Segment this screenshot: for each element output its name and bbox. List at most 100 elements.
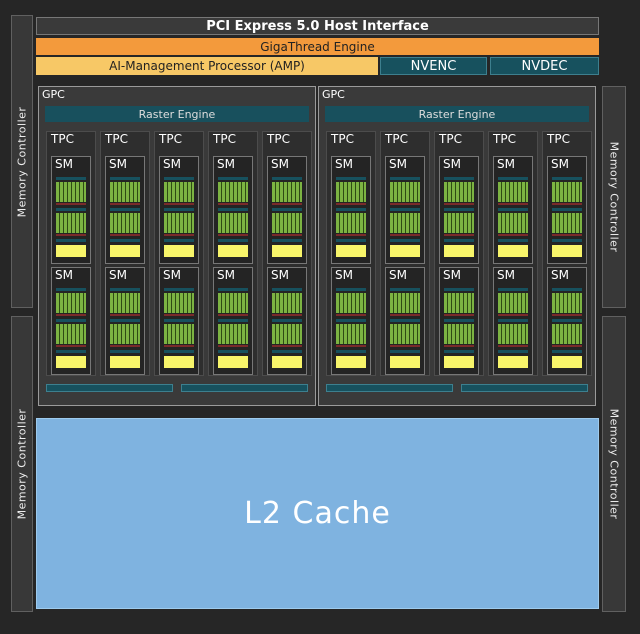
scheduler-strip bbox=[336, 208, 366, 211]
scheduler-strip bbox=[56, 288, 86, 291]
shared-memory-block bbox=[56, 356, 86, 368]
scheduler-strip bbox=[110, 288, 140, 291]
cuda-core-array bbox=[164, 293, 194, 313]
tpc-label: TPC bbox=[267, 132, 290, 146]
shared-memory-block bbox=[390, 356, 420, 368]
sm-1: SM bbox=[439, 156, 479, 264]
sm-label: SM bbox=[497, 268, 515, 282]
scheduler-strip bbox=[164, 319, 194, 322]
scheduler-strip bbox=[390, 208, 420, 211]
gpc-2: GPC Raster Engine TPC SM SM TPC SM SM TPC SM SM TPC… bbox=[318, 86, 596, 406]
scheduler-strip bbox=[164, 208, 194, 211]
scheduler-strip bbox=[336, 288, 366, 291]
gigathread-engine: GigaThread Engine bbox=[36, 38, 599, 55]
sm-1: SM bbox=[493, 156, 533, 264]
tpc-label: TPC bbox=[439, 132, 462, 146]
register-strip bbox=[164, 314, 194, 316]
tpc-label: TPC bbox=[213, 132, 236, 146]
cuda-core-array bbox=[498, 324, 528, 344]
scheduler-strip bbox=[110, 208, 140, 211]
sm-label: SM bbox=[217, 157, 235, 171]
shared-memory-block bbox=[498, 245, 528, 257]
register-strip bbox=[336, 345, 366, 347]
scheduler-strip bbox=[390, 288, 420, 291]
scheduler-strip bbox=[336, 319, 366, 322]
gpc-bus-bar bbox=[461, 384, 588, 392]
register-strip bbox=[164, 203, 194, 205]
shared-memory-block bbox=[390, 245, 420, 257]
cache-strip bbox=[444, 239, 474, 242]
sm-1: SM bbox=[331, 156, 371, 264]
scheduler-strip bbox=[218, 319, 248, 322]
tpc-2: TPC SM SM bbox=[100, 131, 150, 376]
register-strip bbox=[498, 234, 528, 236]
scheduler-strip bbox=[498, 288, 528, 291]
sm-label: SM bbox=[389, 268, 407, 282]
register-strip bbox=[218, 314, 248, 316]
scheduler-strip bbox=[498, 319, 528, 322]
memory-controller-label: Memory Controller bbox=[15, 106, 29, 217]
shared-memory-block bbox=[552, 356, 582, 368]
sm-label: SM bbox=[271, 268, 289, 282]
tpc-label: TPC bbox=[105, 132, 128, 146]
cuda-core-array bbox=[390, 213, 420, 233]
cache-strip bbox=[218, 239, 248, 242]
tpc-4: TPC SM SM bbox=[488, 131, 538, 376]
cache-strip bbox=[218, 350, 248, 353]
register-strip bbox=[272, 203, 302, 205]
register-strip bbox=[444, 314, 474, 316]
scheduler-strip bbox=[390, 177, 420, 180]
register-strip bbox=[110, 314, 140, 316]
raster-engine: Raster Engine bbox=[325, 106, 589, 122]
register-strip bbox=[56, 345, 86, 347]
memory-controller-top-left: Memory Controller bbox=[11, 15, 33, 308]
sm-label: SM bbox=[55, 157, 73, 171]
scheduler-strip bbox=[390, 319, 420, 322]
scheduler-strip bbox=[552, 208, 582, 211]
register-strip bbox=[390, 234, 420, 236]
cuda-core-array bbox=[444, 213, 474, 233]
sm-2: SM bbox=[385, 267, 425, 375]
cache-strip bbox=[272, 239, 302, 242]
sm-label: SM bbox=[551, 268, 569, 282]
cache-strip bbox=[56, 350, 86, 353]
sm-label: SM bbox=[443, 157, 461, 171]
cuda-core-array bbox=[272, 213, 302, 233]
cuda-core-array bbox=[390, 182, 420, 202]
register-strip bbox=[272, 345, 302, 347]
scheduler-strip bbox=[56, 208, 86, 211]
sm-1: SM bbox=[547, 156, 587, 264]
gpc-bus-bar bbox=[326, 384, 453, 392]
gpu-block-diagram: PCI Express 5.0 Host Interface GigaThrea… bbox=[0, 0, 640, 634]
cuda-core-array bbox=[336, 324, 366, 344]
cuda-core-array bbox=[110, 182, 140, 202]
memory-controller-bottom-right: Memory Controller bbox=[602, 316, 626, 612]
sm-2: SM bbox=[159, 267, 199, 375]
shared-memory-block bbox=[552, 245, 582, 257]
cuda-core-array bbox=[390, 293, 420, 313]
shared-memory-block bbox=[272, 245, 302, 257]
cuda-core-array bbox=[218, 293, 248, 313]
tpc-1: TPC SM SM bbox=[46, 131, 96, 376]
cuda-core-array bbox=[56, 182, 86, 202]
tpc-3: TPC SM SM bbox=[434, 131, 484, 376]
scheduler-strip bbox=[444, 177, 474, 180]
memory-controller-top-right: Memory Controller bbox=[602, 86, 626, 308]
tpc-label: TPC bbox=[493, 132, 516, 146]
sm-1: SM bbox=[267, 156, 307, 264]
sm-2: SM bbox=[439, 267, 479, 375]
scheduler-strip bbox=[552, 288, 582, 291]
register-strip bbox=[218, 203, 248, 205]
sm-2: SM bbox=[493, 267, 533, 375]
register-strip bbox=[110, 203, 140, 205]
scheduler-strip bbox=[56, 319, 86, 322]
cuda-core-array bbox=[444, 293, 474, 313]
register-strip bbox=[336, 234, 366, 236]
sm-2: SM bbox=[105, 267, 145, 375]
shared-memory-block bbox=[444, 245, 474, 257]
tpc-label: TPC bbox=[51, 132, 74, 146]
register-strip bbox=[498, 314, 528, 316]
register-strip bbox=[552, 314, 582, 316]
sm-label: SM bbox=[55, 268, 73, 282]
sm-label: SM bbox=[163, 157, 181, 171]
